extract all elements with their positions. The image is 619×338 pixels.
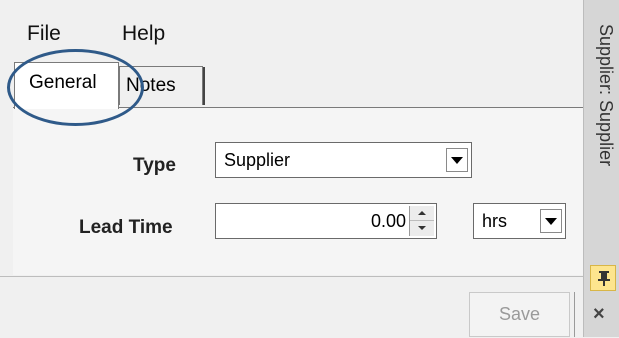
close-icon[interactable]: × bbox=[593, 303, 605, 326]
pin-button[interactable] bbox=[590, 265, 616, 291]
type-select-value: Supplier bbox=[224, 150, 291, 170]
lead-time-spinner[interactable] bbox=[409, 206, 434, 236]
window: File Help General Notes Type Supplier Le… bbox=[0, 0, 619, 338]
chevron-down-icon[interactable] bbox=[446, 148, 468, 172]
spin-down-icon[interactable] bbox=[410, 221, 434, 236]
menu-help[interactable]: Help bbox=[122, 22, 165, 46]
lead-time-input[interactable]: 0.00 bbox=[215, 203, 437, 239]
lead-time-label: Lead Time bbox=[79, 217, 173, 238]
menu-file[interactable]: File bbox=[27, 22, 61, 46]
type-label: Type bbox=[133, 155, 176, 176]
type-select[interactable]: Supplier bbox=[215, 142, 472, 178]
annotation-circle bbox=[7, 49, 144, 126]
footer-divider bbox=[574, 292, 575, 337]
spin-up-icon[interactable] bbox=[410, 206, 434, 221]
pin-icon bbox=[598, 271, 610, 286]
units-select[interactable]: hrs bbox=[473, 203, 566, 239]
chevron-down-icon[interactable] bbox=[540, 209, 562, 233]
save-button[interactable]: Save bbox=[469, 292, 570, 337]
lead-time-value: 0.00 bbox=[370, 211, 406, 231]
general-panel bbox=[13, 107, 583, 275]
units-select-value: hrs bbox=[482, 211, 508, 231]
